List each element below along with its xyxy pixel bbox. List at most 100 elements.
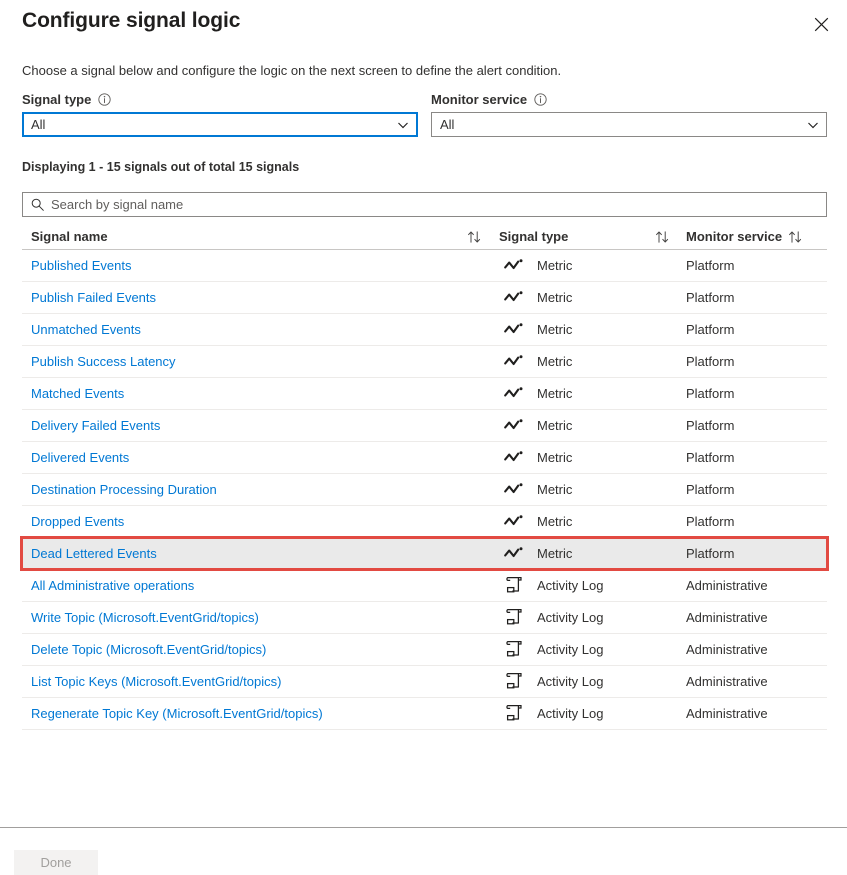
column-header-label: Signal type xyxy=(499,229,568,244)
table-row[interactable]: Delivered Events Metric Platform xyxy=(22,442,827,474)
signal-type-cell: Metric xyxy=(490,545,677,563)
signal-type-label: Metric xyxy=(537,482,572,497)
metric-line-chart-icon xyxy=(503,449,525,467)
signal-type-cell: Activity Log xyxy=(490,641,677,659)
signal-name-link[interactable]: Publish Failed Events xyxy=(22,290,490,305)
signal-type-cell: Activity Log xyxy=(490,673,677,691)
column-header-signal-name[interactable]: Signal name xyxy=(22,229,490,244)
info-icon[interactable] xyxy=(534,93,547,106)
signal-type-cell: Metric xyxy=(490,481,677,499)
signal-type-value: All xyxy=(31,118,45,131)
table-row[interactable]: Write Topic (Microsoft.EventGrid/topics)… xyxy=(22,602,827,634)
signal-type-label: Signal type xyxy=(22,92,91,107)
monitor-service-cell: Platform xyxy=(677,450,827,465)
signal-name-link[interactable]: Delete Topic (Microsoft.EventGrid/topics… xyxy=(22,642,490,657)
monitor-service-cell: Administrative xyxy=(677,674,827,689)
signal-type-label: Metric xyxy=(537,386,572,401)
signal-name-link[interactable]: Destination Processing Duration xyxy=(22,482,490,497)
table-row[interactable]: Unmatched EventsMetricPlatform xyxy=(22,314,827,346)
done-button[interactable]: Done xyxy=(14,850,98,875)
table-row[interactable]: Published Events Metric Platform xyxy=(22,250,827,282)
monitor-service-cell: Administrative xyxy=(677,706,827,721)
monitor-service-cell: Platform xyxy=(677,546,827,561)
signal-type-label: Metric xyxy=(537,418,572,433)
column-header-signal-type[interactable]: Signal type xyxy=(490,229,677,244)
signal-name-link[interactable]: Regenerate Topic Key (Microsoft.EventGri… xyxy=(22,706,490,721)
monitor-service-cell: Platform xyxy=(677,258,827,273)
monitor-service-cell: Administrative xyxy=(677,610,827,625)
column-header-monitor-service[interactable]: Monitor service xyxy=(677,229,827,244)
panel-header: Configure signal logic xyxy=(0,0,847,50)
monitor-service-field: Monitor service All xyxy=(431,90,827,137)
table-row[interactable]: Matched Events Metric Platform xyxy=(22,378,827,410)
monitor-service-dropdown[interactable]: All xyxy=(431,112,827,137)
search-icon xyxy=(31,198,44,211)
chevron-down-icon xyxy=(397,119,409,131)
column-header-label: Monitor service xyxy=(686,229,782,244)
table-body: Published EventsMetricPlatformPublish Fa… xyxy=(22,250,827,730)
monitor-service-cell: Administrative xyxy=(677,642,827,657)
signal-type-dropdown[interactable]: All xyxy=(22,112,418,137)
table-row[interactable]: List Topic Keys (Microsoft.EventGrid/top… xyxy=(22,666,827,698)
table-row[interactable]: Regenerate Topic Key (Microsoft.EventGri… xyxy=(22,698,827,730)
table-row[interactable]: Destination Processing Duration Metric Pla… xyxy=(22,474,827,506)
monitor-service-cell: Platform xyxy=(677,386,827,401)
sort-arrows-icon xyxy=(788,230,803,244)
signal-name-link[interactable]: Dropped Events xyxy=(22,514,490,529)
signal-name-link[interactable]: All Administrative operations xyxy=(22,578,490,593)
signal-name-link[interactable]: List Topic Keys (Microsoft.EventGrid/top… xyxy=(22,674,490,689)
page-title: Configure signal logic xyxy=(22,9,240,33)
activity-log-scroll-icon xyxy=(503,577,525,595)
filters-row: Signal type All Monitor service xyxy=(22,90,827,136)
signal-name-link[interactable]: Delivery Failed Events xyxy=(22,418,490,433)
monitor-service-cell: Platform xyxy=(677,514,827,529)
table-row[interactable]: Delivery Failed EventsMetricPlatform xyxy=(22,410,827,442)
metric-line-chart-icon xyxy=(503,289,525,307)
table-row[interactable]: Dead Lettered EventsMetricPlatform xyxy=(22,538,827,570)
close-button[interactable] xyxy=(807,10,835,38)
signal-type-cell: Metric xyxy=(490,353,677,371)
signal-type-cell: Metric xyxy=(490,449,677,467)
signal-type-cell: Metric xyxy=(490,417,677,435)
metric-line-chart-icon xyxy=(503,545,525,563)
signal-type-cell: Metric xyxy=(490,513,677,531)
signal-type-label: Activity Log xyxy=(537,642,603,657)
signal-name-link[interactable]: Delivered Events xyxy=(22,450,490,465)
signal-type-label: Metric xyxy=(537,322,572,337)
metric-line-chart-icon xyxy=(503,481,525,499)
signal-name-link[interactable]: Unmatched Events xyxy=(22,322,490,337)
info-icon[interactable] xyxy=(98,93,111,106)
metric-line-chart-icon xyxy=(503,257,525,275)
signal-name-link[interactable]: Write Topic (Microsoft.EventGrid/topics) xyxy=(22,610,490,625)
monitor-service-cell: Platform xyxy=(677,482,827,497)
search-input[interactable] xyxy=(51,193,818,216)
monitor-service-cell: Platform xyxy=(677,354,827,369)
monitor-service-cell: Platform xyxy=(677,290,827,305)
search-box[interactable] xyxy=(22,192,827,217)
column-header-label: Signal name xyxy=(31,229,108,244)
monitor-service-label-row: Monitor service xyxy=(431,90,827,108)
table-row[interactable]: Delete Topic (Microsoft.EventGrid/topics… xyxy=(22,634,827,666)
table-row[interactable]: Dropped Events Metric Platform xyxy=(22,506,827,538)
panel-description: Choose a signal below and configure the … xyxy=(22,63,561,78)
signal-type-label: Metric xyxy=(537,450,572,465)
signal-name-link[interactable]: Dead Lettered Events xyxy=(22,546,490,561)
table-row[interactable]: Publish Success LatencyMetricPlatform xyxy=(22,346,827,378)
signal-name-link[interactable]: Published Events xyxy=(22,258,490,273)
table-row[interactable]: All Administrative operationsActivity Lo… xyxy=(22,570,827,602)
footer-divider xyxy=(0,827,847,828)
sort-arrows-icon xyxy=(467,230,482,244)
signal-type-cell: Activity Log xyxy=(490,705,677,723)
metric-line-chart-icon xyxy=(503,321,525,339)
signal-type-label: Metric xyxy=(537,514,572,529)
close-icon xyxy=(814,17,829,32)
signal-name-link[interactable]: Matched Events xyxy=(22,386,490,401)
signal-name-link[interactable]: Publish Success Latency xyxy=(22,354,490,369)
signal-type-cell: Activity Log xyxy=(490,609,677,627)
activity-log-scroll-icon xyxy=(503,673,525,691)
signal-type-cell: Metric xyxy=(490,289,677,307)
signal-type-label: Metric xyxy=(537,290,572,305)
signals-table: Signal name Signal type Monitor service xyxy=(22,224,827,730)
signal-type-label: Metric xyxy=(537,258,572,273)
table-row[interactable]: Publish Failed Events Metric Platform xyxy=(22,282,827,314)
